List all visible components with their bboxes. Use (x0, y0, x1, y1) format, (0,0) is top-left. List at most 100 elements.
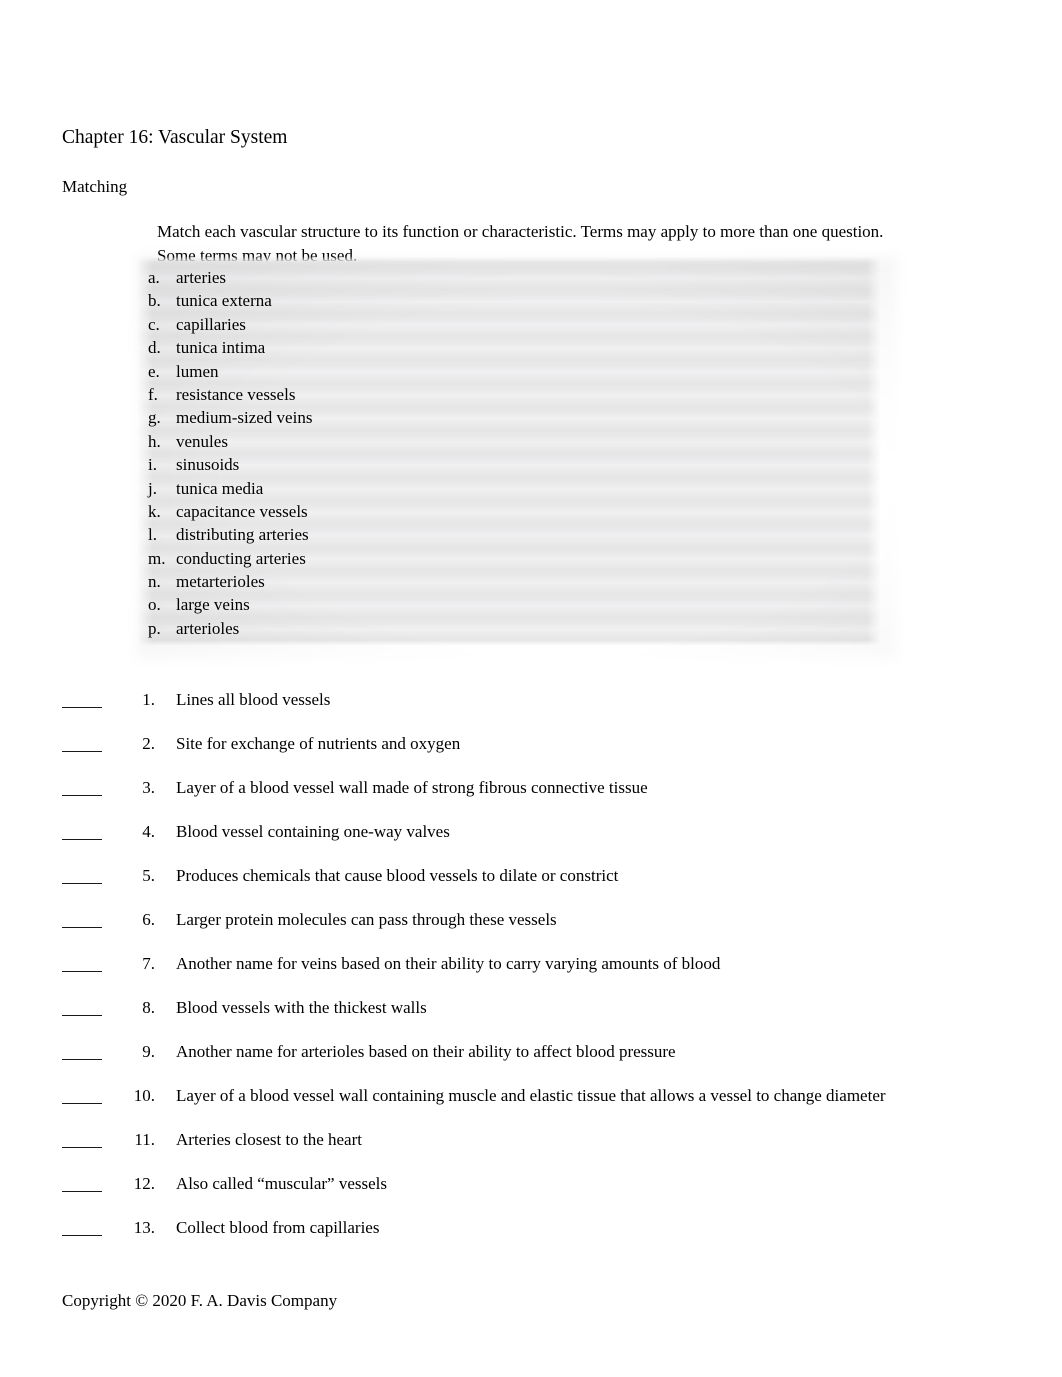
option-letter: g. (148, 408, 161, 428)
option-text: medium-sized veins (176, 408, 313, 428)
option-letter: k. (148, 501, 161, 521)
question-row: 8. Blood vessels with the thickest walls (62, 996, 1022, 1040)
option-row: h. venules (148, 430, 848, 453)
answer-blank-field[interactable] (62, 1130, 102, 1148)
option-row: c. capillaries (148, 313, 848, 336)
option-row: e. lumen (148, 360, 848, 383)
option-letter: o. (148, 595, 161, 615)
option-text: large veins (176, 595, 250, 615)
section-heading-matching: Matching (62, 177, 128, 196)
question-row: 9. Another name for arterioles based on t… (62, 1040, 1022, 1084)
option-text: metarterioles (176, 572, 265, 592)
option-text: capillaries (176, 314, 246, 334)
question-row: 12. Also called “muscular” vessels (62, 1172, 1022, 1216)
question-text: Lines all blood vessels (176, 690, 331, 709)
option-text: arterioles (176, 618, 240, 638)
question-number: 10. (133, 1086, 155, 1105)
question-text: Layer of a blood vessel wall made of str… (176, 778, 648, 797)
option-text: venules (176, 431, 228, 451)
option-text: conducting arteries (176, 548, 306, 568)
option-text: sinusoids (176, 455, 240, 475)
question-number: 13. (133, 1218, 155, 1237)
option-row: d. tunica intima (148, 336, 848, 359)
page-title: Chapter 16: Vascular System (62, 127, 288, 148)
option-text: capacitance vessels (176, 501, 308, 521)
option-letter: f. (148, 384, 158, 404)
option-text: tunica intima (176, 338, 266, 358)
question-number: 2. (142, 734, 155, 753)
option-text: lumen (176, 361, 219, 381)
answer-blank-field[interactable] (62, 910, 102, 928)
question-row: 6. Larger protein molecules can pass thro… (62, 908, 1022, 952)
option-letter: e. (148, 361, 160, 381)
option-letter: n. (148, 572, 161, 592)
answer-blank-field[interactable] (62, 1174, 102, 1192)
question-number: 8. (142, 998, 155, 1017)
answer-blank-field[interactable] (62, 690, 102, 708)
question-number: 3. (142, 778, 155, 797)
question-number: 9. (142, 1042, 155, 1061)
option-text: tunica externa (176, 291, 272, 311)
question-text: Blood vessels with the thickest walls (176, 998, 427, 1017)
answer-blank-field[interactable] (62, 1218, 102, 1236)
option-row: p. arterioles (148, 617, 848, 640)
instructions-line-1: Match each vascular structure to its fun… (157, 222, 884, 241)
option-letter: b. (148, 291, 161, 311)
answer-blank-field[interactable] (62, 1086, 102, 1104)
question-text: Larger protein molecules can pass throug… (176, 910, 557, 929)
question-text: Layer of a blood vessel wall containing … (176, 1086, 886, 1105)
answer-blank-field[interactable] (62, 866, 102, 884)
option-row: b. tunica externa (148, 289, 848, 312)
option-row: g. medium-sized veins (148, 406, 848, 429)
question-row: 3. Layer of a blood vessel wall made of s… (62, 776, 1022, 820)
question-number: 11. (134, 1130, 155, 1149)
option-row: i. sinusoids (148, 453, 848, 476)
question-row: 2. Site for exchange of nutrients and oxy… (62, 732, 1022, 776)
question-number: 1. (142, 690, 155, 709)
answer-blank-field[interactable] (62, 1042, 102, 1060)
document-page: Chapter 16: Vascular System Matching Mat… (0, 0, 1062, 1377)
option-row: o. large veins (148, 593, 848, 616)
option-letter: l. (148, 525, 157, 545)
option-letter: j. (148, 478, 157, 498)
option-row: a. arteries (148, 266, 848, 289)
option-text: distributing arteries (176, 525, 309, 545)
question-row: 1. Lines all blood vessels (62, 688, 1022, 732)
question-text: Another name for arterioles based on the… (176, 1042, 676, 1061)
option-letter: h. (148, 431, 161, 451)
option-row: j. tunica media (148, 477, 848, 500)
question-number: 7. (142, 954, 155, 973)
questions-list: 1. Lines all blood vessels 2. Site for exch… (62, 688, 1022, 1260)
answer-blank-field[interactable] (62, 998, 102, 1016)
question-row: 10. Layer of a blood vessel wall containi… (62, 1084, 1022, 1128)
option-row: f. resistance vessels (148, 383, 848, 406)
question-text: Also called “muscular” vessels (176, 1174, 388, 1193)
option-letter: i. (148, 455, 157, 475)
question-row: 7. Another name for veins based on their … (62, 952, 1022, 996)
answer-blank-field[interactable] (62, 954, 102, 972)
option-letter: a. (148, 268, 160, 287)
question-row: 4. Blood vessel containing one-way valves (62, 820, 1022, 864)
option-row: m. conducting arteries (148, 547, 848, 570)
option-letter: p. (148, 618, 161, 638)
answer-blank-field[interactable] (62, 822, 102, 840)
question-text: Arteries closest to the heart (176, 1130, 362, 1149)
option-row: l. distributing arteries (148, 523, 848, 546)
option-letter: m. (148, 548, 166, 568)
question-row: 5. Produces chemicals that cause blood ve… (62, 864, 1022, 908)
option-text: resistance vessels (176, 384, 296, 404)
option-row: k. capacitance vessels (148, 500, 848, 523)
option-row: n. metarterioles (148, 570, 848, 593)
option-text: tunica media (176, 478, 264, 498)
copyright-footer: Copyright © 2020 F. A. Davis Company (62, 1291, 338, 1310)
question-number: 4. (142, 822, 155, 841)
question-text: Produces chemicals that cause blood vess… (176, 866, 619, 885)
question-text: Blood vessel containing one-way valves (176, 822, 450, 841)
answer-blank-field[interactable] (62, 734, 102, 752)
question-row: 11. Arteries closest to the heart (62, 1128, 1022, 1172)
answer-blank-field[interactable] (62, 778, 102, 796)
question-number: 12. (133, 1174, 155, 1193)
question-text: Site for exchange of nutrients and oxyge… (176, 734, 461, 753)
option-letter: d. (148, 338, 161, 358)
question-number: 5. (142, 866, 155, 885)
